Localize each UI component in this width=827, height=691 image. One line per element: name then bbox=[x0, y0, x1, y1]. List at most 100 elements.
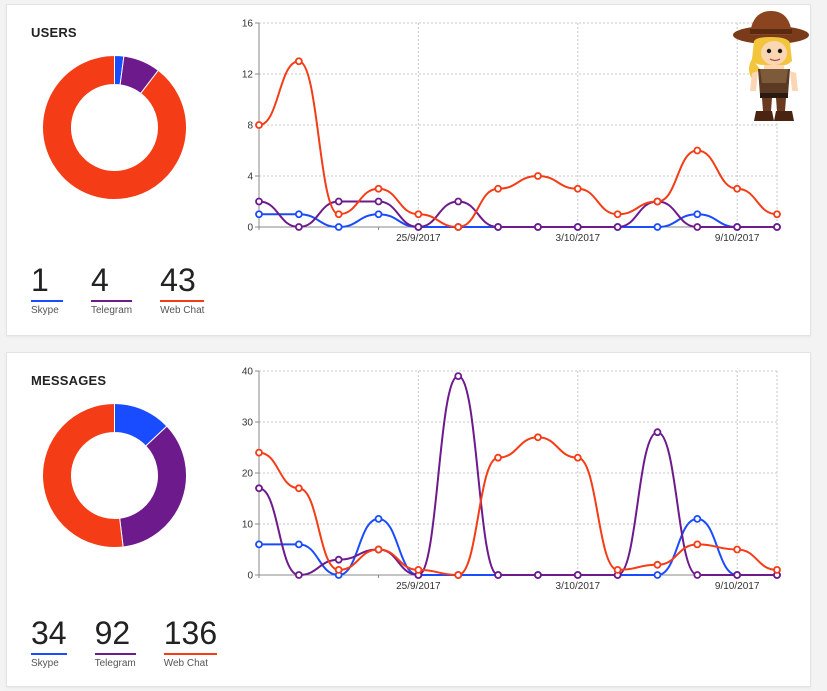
y-tick-label: 0 bbox=[247, 223, 253, 234]
data-point-telegram bbox=[534, 223, 542, 231]
y-tick-label: 20 bbox=[242, 469, 254, 480]
data-point-telegram bbox=[733, 223, 742, 231]
y-tick-label: 30 bbox=[242, 418, 254, 429]
y-tick-label: 0 bbox=[247, 571, 253, 582]
data-point-webchat bbox=[693, 540, 702, 549]
data-point-webchat bbox=[573, 184, 582, 193]
data-point-webchat bbox=[773, 210, 781, 219]
data-point-telegram bbox=[414, 223, 423, 231]
data-point-webchat bbox=[733, 545, 742, 554]
users-stat-skype: 1 Skype bbox=[31, 262, 63, 316]
data-point-telegram bbox=[494, 223, 502, 231]
data-point-webchat bbox=[334, 210, 343, 219]
data-point-webchat bbox=[294, 484, 303, 493]
cowgirl-mascot-image bbox=[733, 11, 809, 121]
stat-underline bbox=[91, 300, 133, 302]
users-card: USERS 0 4 8 12 16 25/9/2017 3/10/2017 9/10/2017… bbox=[6, 4, 811, 336]
donut-slice-web-chat bbox=[42, 402, 124, 548]
data-point-skype bbox=[693, 210, 702, 219]
data-point-webchat bbox=[414, 565, 423, 574]
data-point-webchat bbox=[613, 565, 622, 574]
data-point-webchat bbox=[693, 146, 702, 155]
data-point-telegram bbox=[454, 372, 463, 380]
data-point-webchat bbox=[454, 223, 463, 231]
data-point-skype bbox=[294, 540, 303, 549]
data-point-telegram bbox=[733, 571, 742, 579]
data-point-webchat bbox=[255, 448, 263, 457]
data-point-webchat bbox=[494, 184, 502, 193]
users-stat-webchat: 43 Web Chat bbox=[160, 262, 205, 316]
messages-card: MESSAGES 0 10 20 30 40 25/9/2017 3/10/2017 9/10… bbox=[6, 352, 811, 687]
data-point-webchat bbox=[414, 210, 423, 219]
grid bbox=[259, 22, 778, 227]
data-point-webchat bbox=[653, 197, 662, 206]
messages-donut-chart bbox=[42, 402, 187, 548]
x-tick-label: 9/10/2017 bbox=[715, 581, 760, 592]
y-tick-label: 4 bbox=[247, 172, 253, 183]
data-point-telegram bbox=[494, 571, 502, 579]
data-point-telegram bbox=[334, 555, 343, 564]
data-point-telegram bbox=[653, 428, 662, 437]
stat-label: Skype bbox=[31, 658, 59, 669]
data-point-telegram bbox=[773, 223, 781, 231]
data-point-webchat bbox=[294, 57, 303, 66]
data-point-webchat bbox=[573, 453, 582, 462]
stat-underline bbox=[31, 653, 67, 655]
messages-stats: 34 Skype 92 Telegram 136 Web Chat bbox=[31, 615, 245, 669]
data-point-telegram bbox=[573, 223, 582, 231]
messages-stat-skype: 34 Skype bbox=[31, 615, 67, 669]
messages-stat-webchat: 136 Web Chat bbox=[163, 615, 218, 669]
stat-label: Web Chat bbox=[160, 305, 205, 316]
stat-value: 92 bbox=[94, 615, 131, 651]
donut-slice-telegram bbox=[119, 425, 187, 548]
y-tick-label: 16 bbox=[242, 19, 254, 30]
data-point-telegram bbox=[693, 223, 702, 231]
data-point-skype bbox=[374, 210, 383, 219]
x-tick-label: 3/10/2017 bbox=[556, 233, 601, 244]
messages-title: MESSAGES bbox=[31, 373, 107, 388]
users-stat-telegram: 4 Telegram bbox=[91, 262, 133, 316]
stat-label: Telegram bbox=[94, 658, 136, 669]
stat-value: 4 bbox=[91, 262, 109, 298]
data-point-webchat bbox=[374, 184, 383, 193]
users-title: USERS bbox=[31, 25, 77, 40]
data-point-telegram bbox=[255, 197, 263, 206]
data-point-skype bbox=[653, 571, 662, 579]
data-point-skype bbox=[255, 210, 263, 219]
users-donut-chart bbox=[42, 54, 187, 200]
data-point-telegram bbox=[534, 571, 542, 579]
data-point-webchat bbox=[534, 433, 542, 442]
data-point-webchat bbox=[494, 453, 502, 462]
data-point-skype bbox=[255, 540, 263, 549]
stat-value: 43 bbox=[160, 262, 196, 298]
messages-stat-telegram: 92 Telegram bbox=[94, 615, 136, 669]
stat-value: 1 bbox=[31, 262, 49, 298]
data-point-skype bbox=[653, 223, 662, 231]
stat-label: Skype bbox=[31, 305, 59, 316]
users-line-chart: 0 4 8 12 16 25/9/2017 3/10/2017 9/10/2017 bbox=[242, 19, 781, 244]
data-point-webchat bbox=[374, 545, 383, 554]
messages-line-chart: 0 10 20 30 40 25/9/2017 3/10/2017 9/10/2017 bbox=[242, 367, 781, 592]
y-tick-label: 8 bbox=[247, 121, 253, 132]
stat-underline bbox=[31, 300, 63, 302]
data-point-telegram bbox=[454, 197, 463, 206]
data-point-telegram bbox=[693, 571, 702, 579]
data-point-webchat bbox=[733, 184, 742, 193]
y-tick-label: 40 bbox=[242, 367, 254, 378]
stat-value: 136 bbox=[163, 615, 218, 651]
stat-underline bbox=[160, 300, 205, 302]
data-point-webchat bbox=[773, 565, 781, 574]
data-point-telegram bbox=[613, 223, 622, 231]
data-point-webchat bbox=[255, 121, 263, 129]
data-point-telegram bbox=[374, 197, 383, 206]
stat-underline bbox=[94, 653, 136, 655]
data-point-skype bbox=[294, 210, 303, 219]
data-point-webchat bbox=[613, 210, 622, 219]
data-point-telegram bbox=[255, 484, 263, 493]
data-point-telegram bbox=[334, 197, 343, 206]
data-point-skype bbox=[334, 223, 343, 231]
series-line-webchat bbox=[258, 436, 778, 577]
stat-label: Web Chat bbox=[163, 658, 209, 669]
data-point-skype bbox=[374, 514, 383, 523]
x-tick-label: 9/10/2017 bbox=[715, 233, 760, 244]
